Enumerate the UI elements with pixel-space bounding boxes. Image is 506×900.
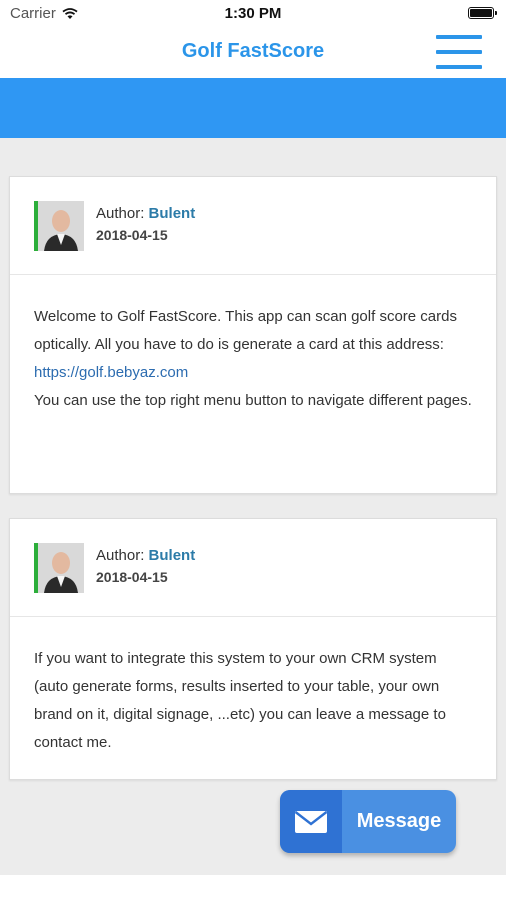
status-bar: Carrier 1:30 PM: [0, 0, 506, 28]
bottom-strip: [0, 875, 506, 900]
author-label: Author:: [96, 205, 145, 222]
post-date: 2018-04-15: [96, 227, 168, 243]
envelope-icon: [294, 810, 328, 833]
author-label: Author:: [96, 547, 145, 564]
message-button-label: Message: [356, 810, 442, 832]
post-body: If you want to integrate this system to …: [10, 617, 496, 757]
author-name: Bulent: [148, 205, 196, 222]
status-time: 1:30 PM: [224, 5, 282, 22]
post-text: Welcome to Golf FastScore. This app can …: [34, 308, 457, 353]
author-name: Bulent: [148, 547, 196, 564]
message-button[interactable]: Message: [280, 790, 456, 853]
post-date: 2018-04-15: [96, 569, 168, 585]
app-title: Golf FastScore: [181, 40, 325, 62]
post-card: Author: Bulent 2018-04-15 Welcome to Gol…: [9, 176, 497, 494]
author-line: Author: Bulent: [96, 547, 195, 564]
website-link[interactable]: https://golf.bebyaz.com: [34, 359, 472, 387]
author-avatar: [34, 201, 84, 251]
post-body: Welcome to Golf FastScore. This app can …: [10, 275, 496, 415]
nav-bar: Golf FastScore: [0, 28, 506, 78]
post-header: Author: Bulent 2018-04-15: [10, 519, 496, 617]
header-banner: [0, 78, 506, 138]
post-text-after: You can use the top right menu button to…: [34, 392, 472, 409]
battery-icon: [468, 7, 497, 19]
post-text: If you want to integrate this system to …: [34, 650, 446, 751]
envelope-icon-box: [280, 790, 342, 853]
post-card: Author: Bulent 2018-04-15 If you want to…: [9, 518, 497, 780]
avatar-photo: [38, 543, 84, 593]
post-header: Author: Bulent 2018-04-15: [10, 177, 496, 275]
author-avatar: [34, 543, 84, 593]
avatar-photo: [38, 201, 84, 251]
author-line: Author: Bulent: [96, 205, 195, 222]
hamburger-menu-icon[interactable]: [436, 35, 482, 69]
feed: Author: Bulent 2018-04-15 Welcome to Gol…: [0, 138, 506, 875]
